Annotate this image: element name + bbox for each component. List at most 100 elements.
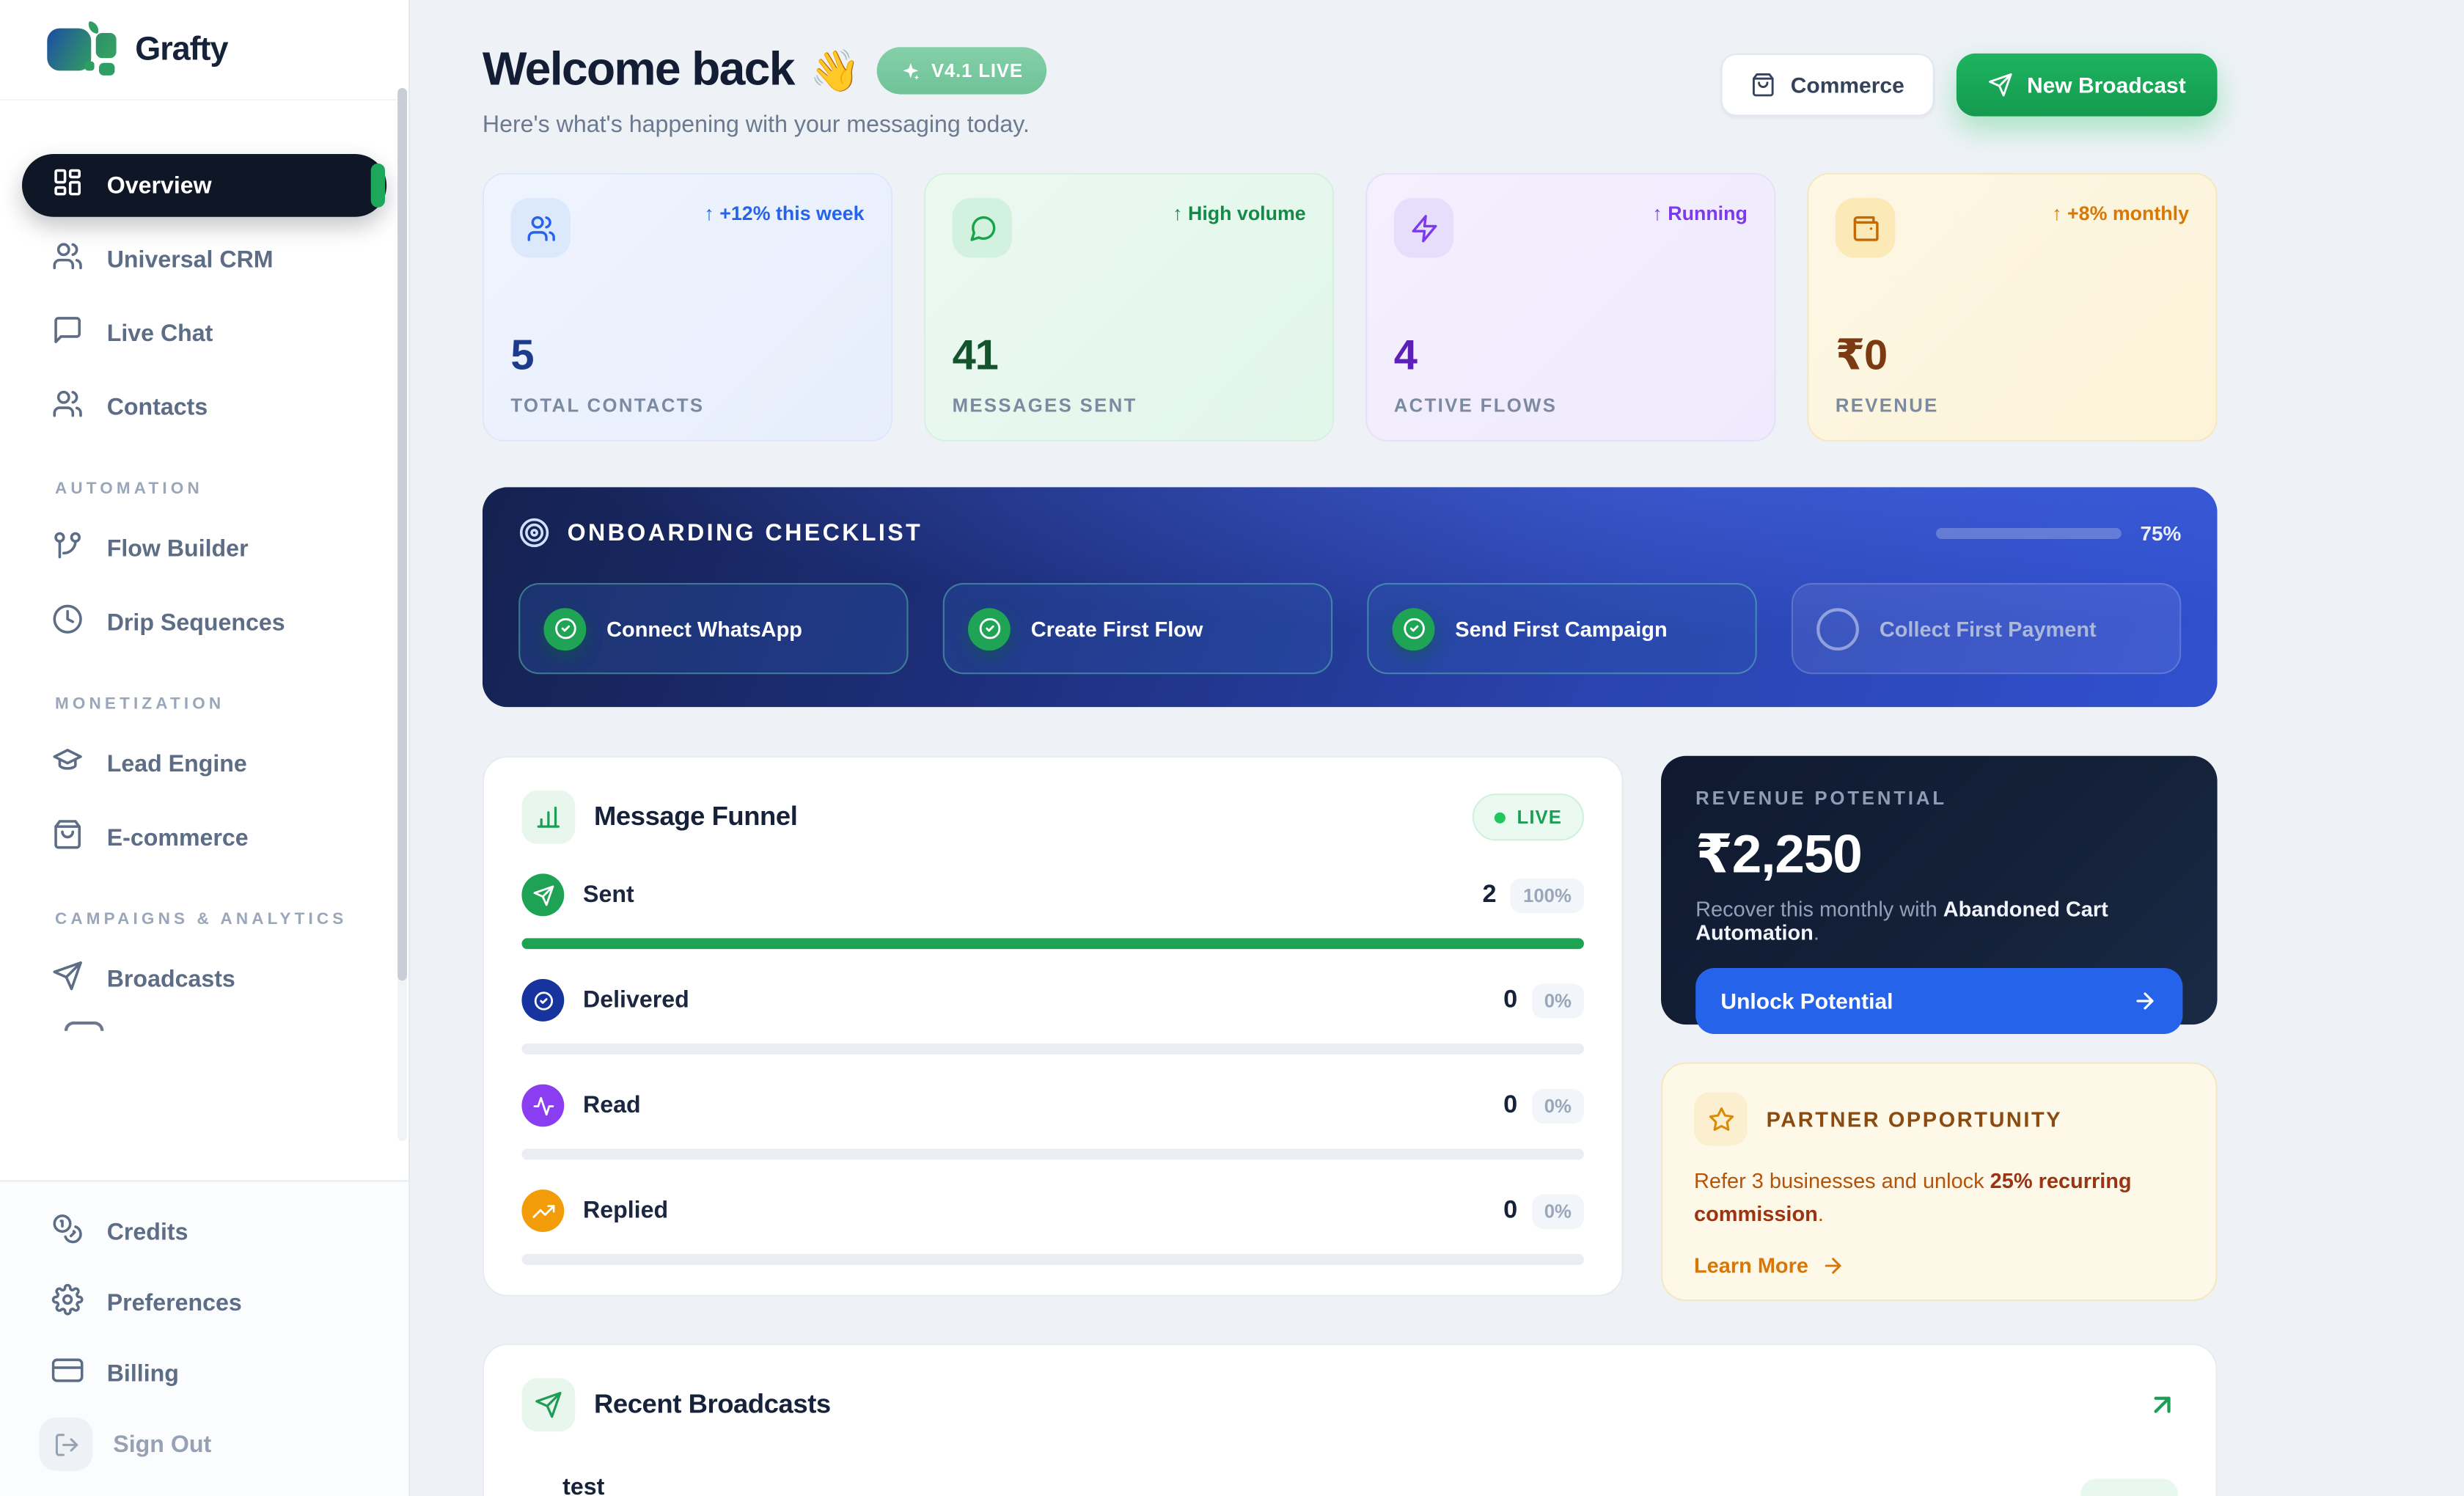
- broadcast-name: test: [562, 1474, 664, 1496]
- sidebar-item-preferences[interactable]: Preferences: [22, 1272, 386, 1335]
- sidebar-item-overview[interactable]: Overview: [22, 154, 386, 217]
- clipped-nav-item: [65, 1022, 386, 1031]
- git-branch-icon: [52, 529, 84, 567]
- brand-name: Grafty: [135, 31, 227, 68]
- onboarding-step-collect-first-payment[interactable]: Collect First Payment: [1792, 583, 2181, 674]
- sidebar-item-label: Flow Builder: [107, 535, 249, 562]
- sidebar-item-broadcasts[interactable]: Broadcasts: [22, 947, 386, 1011]
- sidebar-item-label: Contacts: [107, 394, 208, 420]
- sidebar-item-universal-crm[interactable]: Universal CRM: [22, 228, 386, 291]
- sidebar-item-billing[interactable]: Billing: [22, 1342, 386, 1405]
- stat-trend: ↑ High volume: [1173, 202, 1306, 224]
- sidebar-item-label: Sign Out: [113, 1431, 211, 1457]
- stat-label: ACTIVE FLOWS: [1394, 395, 1748, 417]
- live-dot-icon: [1495, 812, 1506, 823]
- sidebar-item-credits[interactable]: Credits: [22, 1200, 386, 1264]
- stat-trend: ↑ +8% monthly: [2052, 202, 2189, 224]
- section-label-campaigns: CAMPAIGNS & ANALYTICS: [55, 910, 386, 929]
- onboarding-banner: ONBOARDING CHECKLIST 75% Connect WhatsAp…: [483, 487, 2218, 707]
- sidebar-item-label: Credits: [107, 1219, 188, 1245]
- section-label-automation: AUTOMATION: [55, 480, 386, 499]
- new-broadcast-button[interactable]: New Broadcast: [1957, 54, 2218, 117]
- funnel-row-percent: 0%: [1532, 983, 1584, 1017]
- sidebar-item-drip-sequences[interactable]: Drip Sequences: [22, 591, 386, 654]
- stat-card-revenue[interactable]: ↑ +8% monthly ₹0 REVENUE: [1807, 173, 2217, 441]
- stat-trend: ↑ +12% this week: [704, 202, 864, 224]
- sidebar-item-contacts[interactable]: Contacts: [22, 375, 386, 439]
- users-icon: [52, 388, 84, 425]
- arrow-right-icon: [1821, 1254, 1844, 1277]
- section-label-monetization: MONETIZATION: [55, 694, 386, 714]
- brand-logo[interactable]: Grafty: [0, 0, 408, 100]
- funnel-row-value: 0: [1503, 986, 1517, 1015]
- funnel-row-label: Sent: [583, 881, 634, 908]
- funnel-bar-sent: [521, 938, 1584, 949]
- sidebar-item-ecommerce[interactable]: E-commerce: [22, 806, 386, 869]
- sidebar-item-sign-out[interactable]: Sign Out: [22, 1412, 386, 1475]
- message-funnel-card: Message Funnel LIVE Sent 2100% Delivered: [483, 756, 1624, 1297]
- stat-label: TOTAL CONTACTS: [510, 395, 864, 417]
- activity-icon: [521, 1085, 564, 1127]
- app-window: Grafty Overview Universal CRM Live Chat …: [0, 0, 2464, 1496]
- send-icon: [521, 1378, 575, 1431]
- stat-card-total-contacts[interactable]: ↑ +12% this week 5 TOTAL CONTACTS: [483, 173, 892, 441]
- users-icon: [52, 241, 84, 278]
- partner-title: PARTNER OPPORTUNITY: [1767, 1107, 2063, 1131]
- dashboard-icon: [52, 166, 84, 204]
- clock-icon: [52, 604, 84, 641]
- sidebar-item-label: Universal CRM: [107, 246, 274, 272]
- broadcast-sent-badge: 2 sent: [2080, 1478, 2178, 1496]
- broadcast-list-item[interactable]: test 02/03/2026 2 sent: [521, 1474, 2178, 1496]
- sidebar-scrollbar-thumb[interactable]: [397, 88, 407, 980]
- sidebar: Grafty Overview Universal CRM Live Chat …: [0, 0, 410, 1496]
- page-subtitle: Here's what's happening with your messag…: [483, 111, 1046, 138]
- funnel-row-percent: 100%: [1511, 878, 1584, 912]
- send-icon: [1987, 73, 2012, 98]
- coins-icon: [52, 1213, 84, 1250]
- stat-card-messages-sent[interactable]: ↑ High volume 41 MESSAGES SENT: [924, 173, 1334, 441]
- commerce-button[interactable]: Commerce: [1721, 54, 1934, 117]
- funnel-row-percent: 0%: [1532, 1088, 1584, 1123]
- funnel-row-delivered: Delivered 0 0%: [521, 979, 1584, 1055]
- gear-icon: [52, 1284, 84, 1321]
- stat-value: 4: [1394, 331, 1748, 380]
- sidebar-item-live-chat[interactable]: Live Chat: [22, 301, 386, 364]
- sidebar-item-label: Live Chat: [107, 320, 213, 346]
- sidebar-scrollbar[interactable]: [397, 88, 407, 1141]
- learn-more-link[interactable]: Learn More: [1694, 1254, 2185, 1277]
- unlock-potential-button[interactable]: Unlock Potential: [1695, 968, 2182, 1034]
- bar-chart-icon: [521, 791, 575, 844]
- send-icon: [52, 960, 84, 997]
- stat-card-active-flows[interactable]: ↑ Running 4 ACTIVE FLOWS: [1365, 173, 1775, 441]
- onboarding-step-send-first-campaign[interactable]: Send First Campaign: [1367, 583, 1756, 674]
- zap-icon: [1394, 198, 1453, 257]
- funnel-row-value: 0: [1503, 1197, 1517, 1225]
- graduation-cap-icon: [52, 745, 84, 782]
- funnel-row-label: Delivered: [583, 987, 689, 1013]
- revenue-potential-card: REVENUE POTENTIAL ₹2,250 Recover this mo…: [1661, 756, 2218, 1024]
- sidebar-item-label: Overview: [107, 172, 212, 199]
- funnel-title: Message Funnel: [594, 802, 797, 833]
- message-circle-icon: [953, 198, 1012, 257]
- step-label: Send First Campaign: [1455, 617, 1667, 640]
- recent-broadcasts-card: Recent Broadcasts test 02/03/2026 2 sent: [483, 1343, 2218, 1496]
- check-circle-icon: [1393, 607, 1435, 650]
- sidebar-item-label: Preferences: [107, 1289, 242, 1316]
- wave-emoji: 👋: [810, 46, 860, 95]
- version-badge: V4.1 LIVE: [876, 47, 1046, 94]
- onboarding-step-create-first-flow[interactable]: Create First Flow: [943, 583, 1332, 674]
- sidebar-item-label: Billing: [107, 1360, 179, 1387]
- page-title: Welcome back: [483, 44, 794, 98]
- arrow-up-right-icon[interactable]: [2146, 1389, 2178, 1420]
- onboarding-step-connect-whatsapp[interactable]: Connect WhatsApp: [518, 583, 908, 674]
- revenue-potential-description: Recover this monthly with Abandoned Cart…: [1695, 898, 2182, 945]
- revenue-potential-title: REVENUE POTENTIAL: [1695, 788, 2182, 810]
- sidebar-item-lead-engine[interactable]: Lead Engine: [22, 733, 386, 796]
- arrow-right-icon: [2133, 989, 2157, 1013]
- page-header: Welcome back 👋 V4.1 LIVE Here's what's h…: [483, 44, 2218, 139]
- stat-value: 5: [510, 331, 864, 380]
- sidebar-item-flow-builder[interactable]: Flow Builder: [22, 517, 386, 580]
- partner-body: Refer 3 businesses and unlock 25% recurr…: [1694, 1166, 2185, 1232]
- send-icon: [521, 873, 564, 916]
- shopping-bag-icon: [52, 818, 84, 856]
